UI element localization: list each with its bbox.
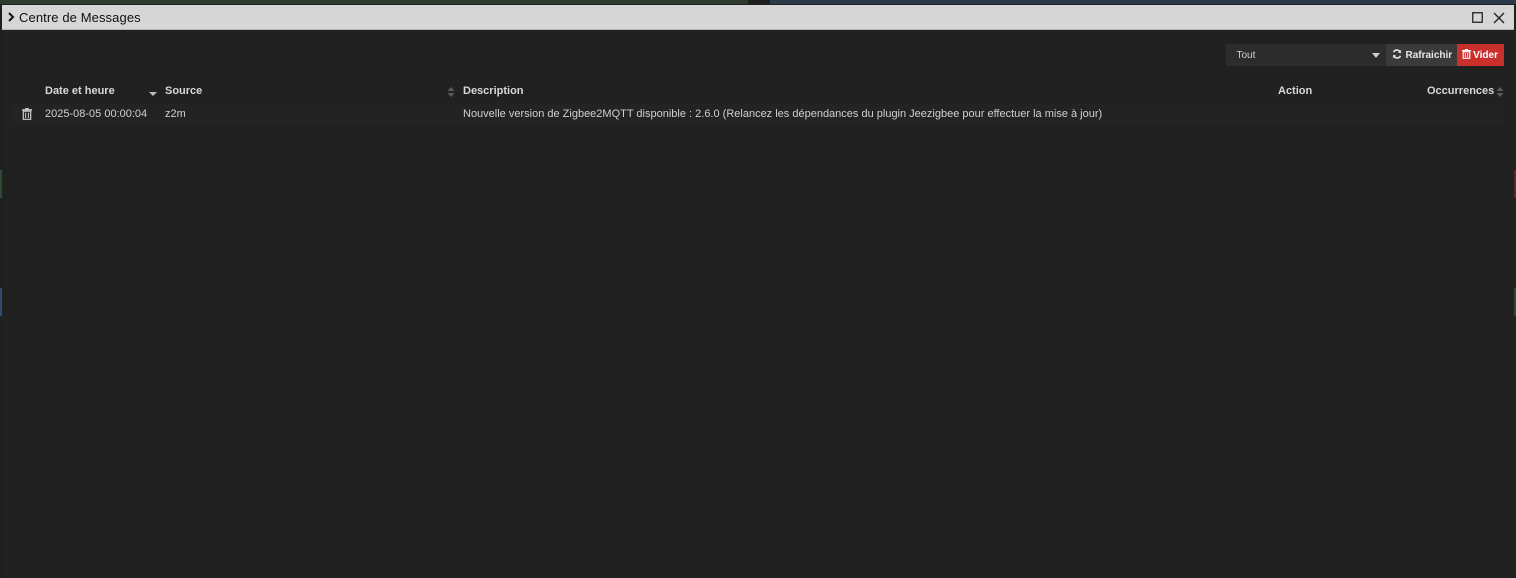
table-header: Date et heure Source Description Action … — [2, 82, 1514, 102]
row-source: z2m — [165, 108, 186, 120]
column-header-label: Action — [1278, 85, 1313, 97]
filter-select-value: Tout — [1236, 49, 1256, 61]
sort-desc-icon[interactable] — [149, 87, 157, 99]
dialog-titlebar[interactable]: Centre de Messages — [2, 5, 1514, 30]
column-header-description[interactable]: Description — [463, 85, 524, 97]
background-stripe — [770, 0, 1516, 4]
trash-icon — [1462, 48, 1472, 62]
close-icon[interactable] — [1492, 11, 1506, 25]
refresh-icon — [1392, 48, 1402, 62]
column-header-label: Occurrences — [1427, 85, 1495, 97]
refresh-button-label: Rafraichir — [1405, 49, 1453, 61]
table-row: 2025-08-05 00:00:04 z2m Nouvelle version… — [10, 104, 1504, 125]
message-toolbar: Tout Rafraichir Vider — [1226, 44, 1504, 66]
refresh-button[interactable]: Rafraichir — [1386, 44, 1458, 66]
dialog-title: Centre de Messages — [19, 9, 141, 25]
clear-button[interactable]: Vider — [1457, 44, 1504, 66]
column-header-label: Date et heure — [45, 85, 115, 97]
column-header-label: Source — [165, 85, 203, 97]
chevron-down-icon — [1372, 53, 1381, 58]
row-description: Nouvelle version de Zigbee2MQTT disponib… — [463, 108, 1103, 120]
row-date: 2025-08-05 00:00:04 — [45, 108, 148, 120]
chevron-right-icon[interactable] — [3, 5, 18, 30]
maximize-icon[interactable] — [1470, 11, 1484, 25]
column-header-occurrences[interactable]: Occurrences — [1427, 85, 1494, 97]
background-stripe — [0, 0, 748, 4]
column-header-source[interactable]: Source — [165, 85, 202, 97]
sort-icon[interactable] — [447, 86, 455, 98]
column-header-action[interactable]: Action — [1278, 85, 1312, 97]
clear-button-label: Vider — [1473, 49, 1498, 61]
message-center-dialog: Centre de Messages Tout Rafraichir Vider… — [2, 5, 1514, 578]
trash-icon[interactable] — [22, 108, 34, 121]
sort-icon[interactable] — [1496, 86, 1504, 98]
column-header-date[interactable]: Date et heure — [45, 85, 115, 97]
column-header-label: Description — [463, 85, 524, 97]
filter-select[interactable]: Tout — [1226, 44, 1387, 66]
